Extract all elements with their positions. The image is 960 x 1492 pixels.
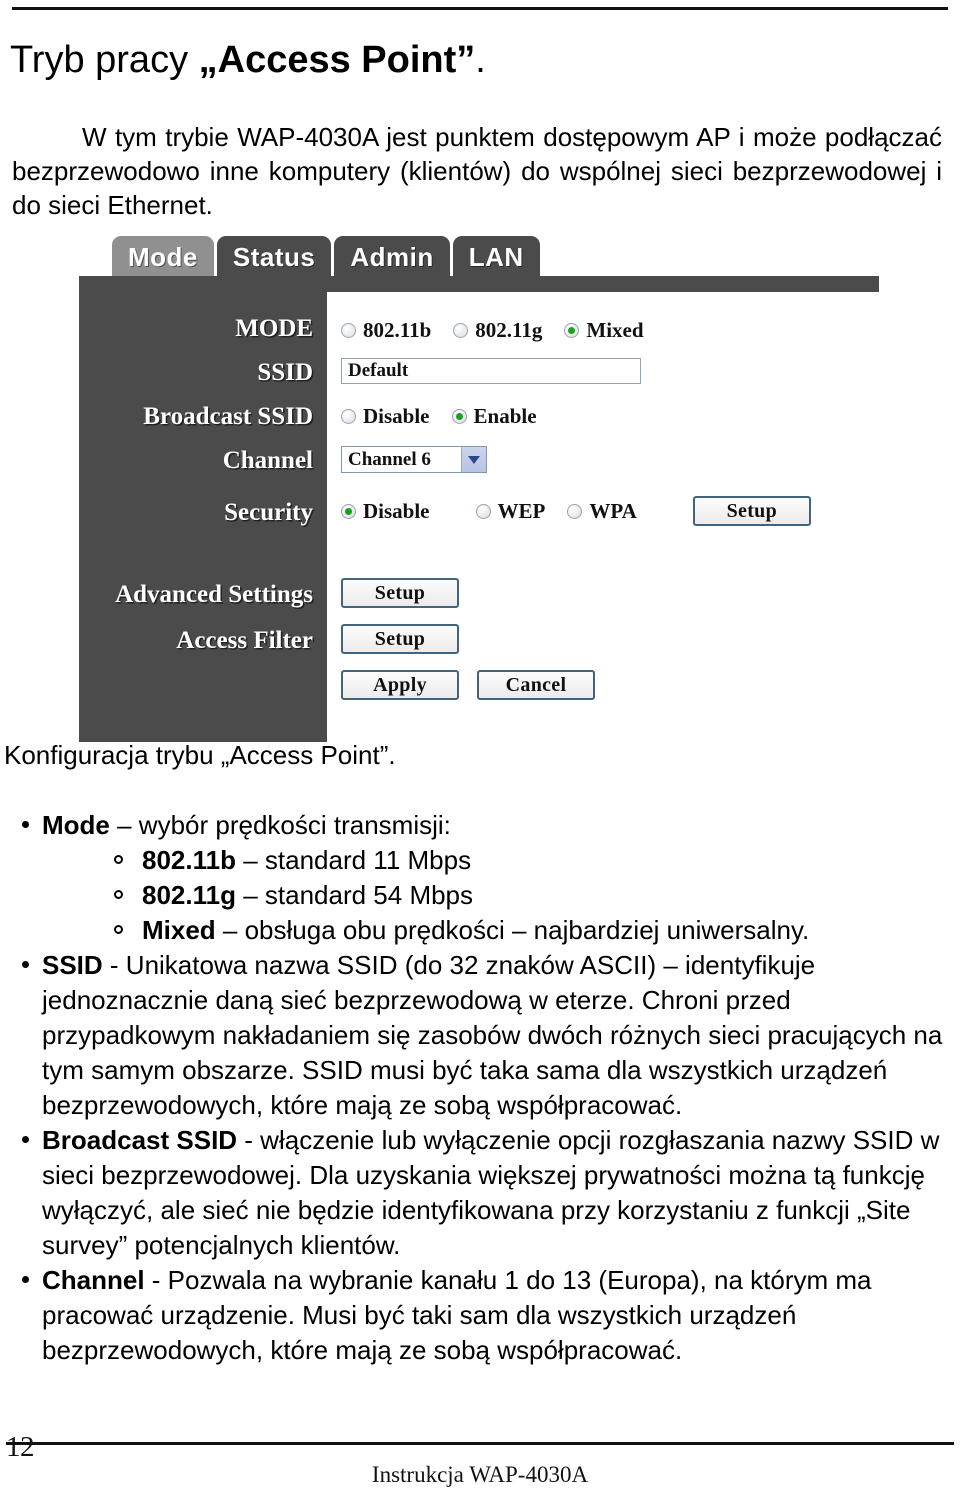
advanced-settings-row: Setup	[341, 578, 459, 608]
bullet-text-channel: - Pozwala na wybranie kanału 1 do 13 (Eu…	[42, 1265, 872, 1365]
radio-circle-selected-icon	[341, 503, 356, 519]
sub-text-80211b: – standard 11 Mbps	[235, 845, 472, 875]
radio-80211b[interactable]: 802.11b	[341, 318, 449, 343]
access-filter-setup-button[interactable]: Setup	[341, 624, 459, 654]
intro-paragraph: W tym trybie WAP-4030A jest punktem dost…	[12, 120, 942, 222]
page-title-prefix: Tryb pracy	[10, 39, 199, 82]
radio-label-mixed: Mixed	[586, 318, 644, 342]
bullet-text-ssid: - Unikatowa nazwa SSID (do 32 znaków ASC…	[42, 950, 943, 1120]
sub-label-80211g: 802.11g	[142, 880, 236, 910]
radio-circle-icon	[567, 503, 583, 519]
radio-label-80211g: 802.11g	[475, 318, 543, 342]
bullet-dot-icon	[22, 821, 29, 828]
sidebar-label-mode: MODE	[235, 315, 313, 342]
radio-mixed[interactable]: Mixed	[564, 318, 661, 343]
mode-sub-list: 802.11b – standard 11 Mbps 802.11g – sta…	[42, 843, 952, 948]
radio-circle-icon	[475, 503, 491, 519]
router-config-screenshot: Mode Status Admin LAN MODE SSID Broadcas…	[79, 232, 879, 742]
router-settings-sidebar: MODE SSID Broadcast SSID Channel Securit…	[79, 276, 327, 742]
list-item: Mixed – obsługa obu prędkości – najbardz…	[42, 913, 952, 948]
router-tab-bar: Mode Status Admin LAN	[112, 232, 543, 278]
radio-circle-icon	[341, 323, 356, 338]
page-title: Tryb pracy „Access Point”.	[10, 39, 486, 83]
sidebar-label-channel: Channel	[222, 447, 313, 474]
bullet-label-mode: Mode	[42, 810, 110, 840]
form-action-row: Apply Cancel	[341, 670, 595, 700]
radio-80211g[interactable]: 802.11g	[453, 318, 560, 343]
radio-broadcast-disable[interactable]: Disable	[341, 404, 448, 429]
sub-label-80211b: 802.11b	[142, 845, 236, 875]
radio-label-disable: Disable	[363, 404, 430, 428]
list-item: 802.11b – standard 11 Mbps	[42, 843, 952, 878]
radio-circle-icon	[341, 409, 356, 424]
bullet-dot-icon	[22, 961, 29, 968]
bullet-label-channel: Channel	[42, 1265, 145, 1295]
radio-circle-selected-icon	[451, 409, 467, 424]
tab-admin[interactable]: Admin	[334, 236, 450, 278]
sidebar-label-security: Security	[224, 499, 313, 526]
radio-circle-icon	[453, 323, 469, 338]
page-title-suffix: .	[475, 39, 486, 82]
bullet-circle-icon	[114, 890, 123, 899]
radio-label-security-disable: Disable	[363, 498, 430, 523]
page-footer-rule	[6, 1442, 954, 1445]
tab-mode[interactable]: Mode	[112, 236, 214, 278]
list-item: Mode – wybór prędkości transmisji: 802.1…	[8, 808, 952, 948]
sub-label-mixed: Mixed	[142, 915, 216, 945]
channel-select[interactable]: Channel 6	[341, 446, 487, 473]
list-item: 802.11g – standard 54 Mbps	[42, 878, 952, 913]
security-radio-group: Disable WEP WPA Setup	[341, 496, 811, 526]
router-panel-body: MODE SSID Broadcast SSID Channel Securit…	[79, 276, 879, 742]
radio-broadcast-enable[interactable]: Enable	[451, 404, 555, 429]
footer-text: Instrukcja WAP-4030A	[371, 1462, 589, 1487]
feature-bullet-list: Mode – wybór prędkości transmisji: 802.1…	[8, 808, 952, 1368]
page-header-rule	[12, 7, 948, 10]
chevron-down-icon[interactable]	[461, 447, 486, 472]
sub-text-80211g: – standard 54 Mbps	[235, 880, 474, 910]
ssid-input[interactable]: Default	[341, 358, 641, 384]
sidebar-label-access-filter: Access Filter	[176, 627, 313, 654]
tab-lan[interactable]: LAN	[452, 236, 540, 278]
page-title-emphasis: „Access Point”	[198, 39, 476, 82]
apply-button[interactable]: Apply	[341, 670, 459, 700]
bullet-label-ssid: SSID	[42, 950, 103, 980]
ssid-field-row: Default	[341, 358, 641, 384]
intro-paragraph-text: W tym trybie WAP-4030A jest punktem dost…	[12, 122, 942, 220]
radio-security-wep[interactable]: WEP	[475, 498, 564, 524]
security-setup-button[interactable]: Setup	[692, 496, 811, 526]
broadcast-ssid-radio-group: Disable Enable	[341, 404, 559, 429]
bullet-circle-icon	[114, 925, 123, 934]
radio-security-wpa[interactable]: WPA	[567, 499, 654, 524]
radio-circle-selected-icon	[564, 323, 580, 338]
advanced-settings-setup-button[interactable]: Setup	[341, 578, 459, 608]
sidebar-label-broadcast-ssid: Broadcast SSID	[143, 403, 313, 430]
bullet-dot-icon	[22, 1276, 29, 1283]
access-filter-row: Setup	[341, 624, 459, 654]
radio-security-disable[interactable]: Disable	[341, 499, 448, 524]
tab-status[interactable]: Status	[216, 236, 332, 278]
page-number: 12	[6, 1431, 35, 1463]
list-item: Broadcast SSID - włączenie lub wyłączeni…	[8, 1123, 952, 1263]
list-item: Channel - Pozwala na wybranie kanału 1 d…	[8, 1263, 952, 1368]
radio-label-80211b: 802.11b	[363, 318, 432, 342]
radio-label-enable: Enable	[473, 404, 537, 428]
router-panel-top-strip	[327, 276, 879, 292]
list-item: SSID - Unikatowa nazwa SSID (do 32 znakó…	[8, 948, 952, 1123]
bullet-label-broadcast-ssid: Broadcast SSID	[42, 1125, 238, 1155]
sidebar-label-ssid: SSID	[257, 359, 313, 386]
bullet-circle-icon	[114, 855, 123, 864]
channel-select-row: Channel 6	[341, 446, 487, 473]
bullet-dot-icon	[22, 1136, 29, 1143]
bullet-text-mode: – wybór prędkości transmisji:	[109, 810, 451, 840]
sub-text-mixed: – obsługa obu prędkości – najbardziej un…	[215, 915, 810, 945]
sidebar-label-advanced-settings: Advanced Settings	[115, 581, 313, 608]
mode-radio-group: 802.11b 802.11g Mixed	[341, 318, 666, 343]
radio-label-wep: WEP	[497, 498, 546, 523]
radio-label-wpa: WPA	[589, 498, 637, 523]
channel-select-value: Channel 6	[348, 448, 431, 470]
section-subheading: Konfiguracja trybu „Access Point”.	[4, 740, 396, 770]
cancel-button[interactable]: Cancel	[477, 670, 595, 700]
router-settings-content: 802.11b 802.11g Mixed Default Disable En…	[327, 292, 879, 742]
